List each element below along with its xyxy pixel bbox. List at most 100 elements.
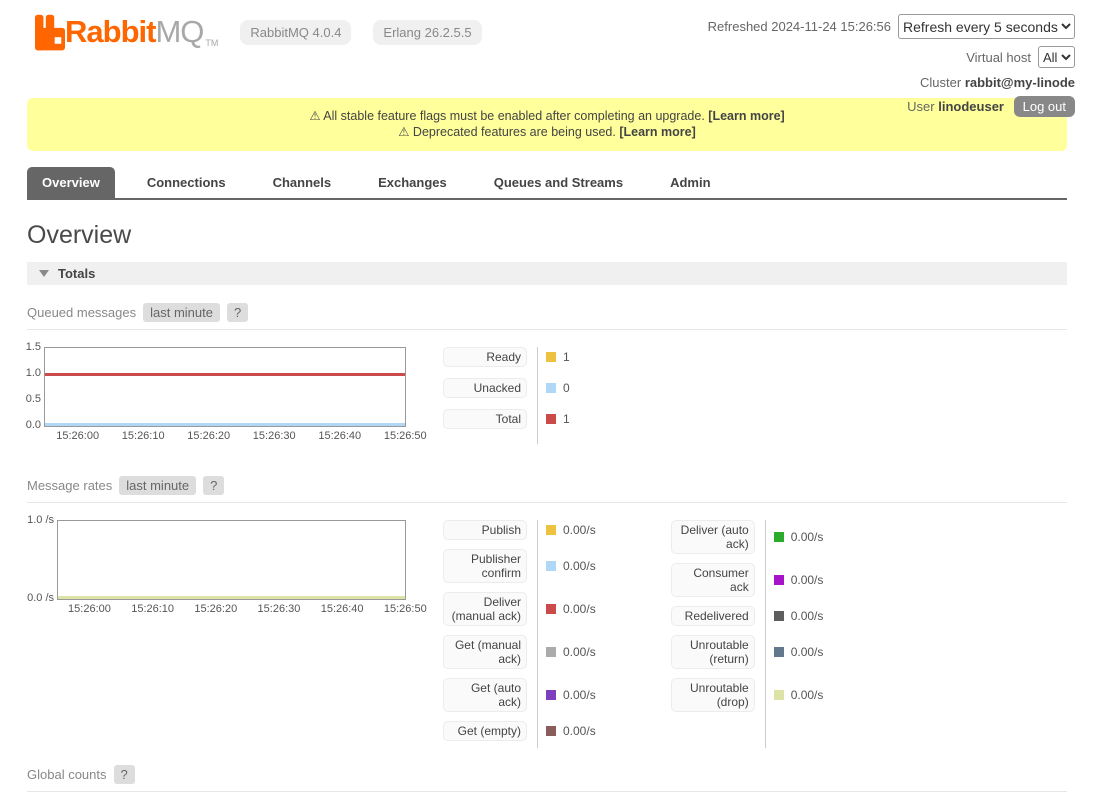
legend-row-deliver-manual-ack: Deliver (manual ack) 0.00/s (443, 592, 596, 626)
ready-label[interactable]: Ready (443, 347, 527, 367)
deprecated-features-warning: ⚠ Deprecated features are being used. [L… (27, 125, 1067, 139)
unroutable-return-value: 0.00/s (791, 645, 824, 659)
queued-chart-y-axis: 1.51.00.50.0 (27, 347, 44, 427)
deliver-manual-ack-swatch (546, 604, 556, 614)
queued-help-icon[interactable]: ? (227, 303, 248, 322)
legend-row-publisher-confirm: Publisher confirm 0.00/s (443, 549, 596, 583)
deliver-auto-ack-value: 0.00/s (791, 530, 824, 544)
get-auto-ack-swatch (546, 690, 556, 700)
tab-queues-and-streams[interactable]: Queues and Streams (479, 167, 638, 198)
get-empty-swatch (546, 726, 556, 736)
get-auto-ack-value: 0.00/s (563, 688, 596, 702)
header: RabbitMQ TM RabbitMQ 4.0.4 Erlang 26.2.5… (0, 0, 1094, 94)
chevron-down-icon (39, 270, 49, 277)
total-value: 1 (563, 412, 570, 426)
rates-legend-left-column: Publish 0.00/s Publisher confirm 0.00/s … (443, 520, 596, 750)
tab-channels[interactable]: Channels (258, 167, 347, 198)
publisher-confirm-value: 0.00/s (563, 559, 596, 573)
refreshed-timestamp: Refreshed 2024-11-24 15:26:56 (708, 19, 891, 34)
unroutable-return-swatch (774, 647, 784, 657)
legend-divider (537, 520, 538, 748)
global-counts-help-icon[interactable]: ? (114, 765, 135, 784)
get-auto-ack-label[interactable]: Get (auto ack) (443, 678, 527, 712)
ready-swatch (546, 352, 556, 362)
get-empty-label[interactable]: Get (empty) (443, 721, 527, 741)
total-label[interactable]: Total (443, 409, 527, 429)
user-name: linodeuser (938, 99, 1004, 114)
deprecated-learn-more-link[interactable]: [Learn more] (619, 125, 695, 139)
consumer-ack-value: 0.00/s (791, 573, 824, 587)
legend-row-get-auto-ack: Get (auto ack) 0.00/s (443, 678, 596, 712)
totals-section-toggle[interactable]: Totals (27, 262, 1067, 285)
rabbitmq-logo[interactable]: RabbitMQ TM (35, 14, 218, 51)
rabbitmq-version-badge: RabbitMQ 4.0.4 (240, 20, 351, 45)
refresh-interval-select[interactable]: Refresh every 5 seconds (898, 14, 1075, 39)
total-swatch (546, 414, 556, 424)
deliver-auto-ack-label[interactable]: Deliver (auto ack) (671, 520, 755, 554)
publisher-confirm-label[interactable]: Publisher confirm (443, 549, 527, 583)
consumer-ack-label[interactable]: Consumer ack (671, 563, 755, 597)
legend-row-unroutable-drop: Unroutable (drop) 0.00/s (671, 678, 824, 712)
unroutable-drop-label[interactable]: Unroutable (drop) (671, 678, 755, 712)
legend-row-unroutable-return: Unroutable (return) 0.00/s (671, 635, 824, 669)
queued-legend: Ready 1 Unacked 0 Total 1 (443, 347, 570, 446)
publish-value: 0.00/s (563, 523, 596, 537)
cluster-label: Cluster (920, 75, 961, 90)
queued-range-badge[interactable]: last minute (143, 303, 220, 322)
publisher-confirm-swatch (546, 561, 556, 571)
logo-text: RabbitMQ (65, 14, 203, 50)
queued-chart-x-axis: 15:26:0015:26:1015:26:2015:26:3015:26:40… (44, 430, 406, 446)
ready-value: 1 (563, 350, 570, 364)
publish-swatch (546, 525, 556, 535)
trademark-label: TM (205, 38, 218, 48)
virtual-host-label: Virtual host (966, 50, 1031, 65)
tab-exchanges[interactable]: Exchanges (363, 167, 462, 198)
tab-connections[interactable]: Connections (132, 167, 241, 198)
tab-overview[interactable]: Overview (27, 167, 115, 198)
rates-help-icon[interactable]: ? (203, 476, 224, 495)
rates-legend: Publish 0.00/s Publisher confirm 0.00/s … (443, 520, 823, 750)
main-nav-tabs: Overview Connections Channels Exchanges … (27, 167, 1067, 200)
legend-row-get-empty: Get (empty) 0.00/s (443, 721, 596, 741)
legend-row-deliver-auto-ack: Deliver (auto ack) 0.00/s (671, 520, 824, 554)
rates-legend-right-column: Deliver (auto ack) 0.00/s Consumer ack 0… (671, 520, 824, 750)
unroutable-drop-value: 0.00/s (791, 688, 824, 702)
rates-chart-y-axis: 1.0 /s0.0 /s (27, 520, 57, 600)
rates-range-badge[interactable]: last minute (119, 476, 196, 495)
unroutable-return-label[interactable]: Unroutable (return) (671, 635, 755, 669)
legend-divider (765, 520, 766, 748)
page-title: Overview (27, 221, 1067, 250)
publish-label[interactable]: Publish (443, 520, 527, 540)
rabbitmq-overview-page: RabbitMQ TM RabbitMQ 4.0.4 Erlang 26.2.5… (0, 0, 1094, 794)
redelivered-label[interactable]: Redelivered (671, 606, 755, 626)
legend-row-consumer-ack: Consumer ack 0.00/s (671, 563, 824, 597)
consumer-ack-swatch (774, 575, 784, 585)
get-manual-ack-value: 0.00/s (563, 645, 596, 659)
get-manual-ack-label[interactable]: Get (manual ack) (443, 635, 527, 669)
unacked-value: 0 (563, 381, 570, 395)
legend-divider (537, 347, 538, 444)
logout-button[interactable]: Log out (1014, 96, 1075, 117)
totals-label: Totals (58, 266, 95, 281)
legend-row-total: Total 1 (443, 409, 570, 429)
message-rates-chart: 1.0 /s0.0 /s 15:26:0015:26:1015:26:2015:… (27, 520, 406, 750)
global-counts-heading: Global counts ? (27, 765, 1067, 792)
redelivered-swatch (774, 611, 784, 621)
tab-admin[interactable]: Admin (655, 167, 725, 198)
redelivered-value: 0.00/s (791, 609, 824, 623)
deliver-manual-ack-value: 0.00/s (563, 602, 596, 616)
legend-row-unacked: Unacked 0 (443, 378, 570, 398)
unroutable-drop-swatch (774, 690, 784, 700)
deliver-manual-ack-label[interactable]: Deliver (manual ack) (443, 592, 527, 626)
erlang-version-badge: Erlang 26.2.5.5 (373, 20, 481, 45)
queued-messages-chart: 1.51.00.50.0 15:26:0015:26:1015:26:2015:… (27, 347, 406, 446)
rates-chart-x-axis: 15:26:0015:26:1015:26:2015:26:3015:26:40… (57, 603, 406, 619)
legend-row-get-manual-ack: Get (manual ack) 0.00/s (443, 635, 596, 669)
virtual-host-select[interactable]: All (1038, 46, 1075, 68)
user-label: User (907, 99, 934, 114)
get-manual-ack-swatch (546, 647, 556, 657)
rates-chart-plot (57, 520, 406, 600)
queued-messages-heading: Queued messages last minute ? (27, 303, 1067, 330)
legend-row-ready: Ready 1 (443, 347, 570, 367)
unacked-label[interactable]: Unacked (443, 378, 527, 398)
